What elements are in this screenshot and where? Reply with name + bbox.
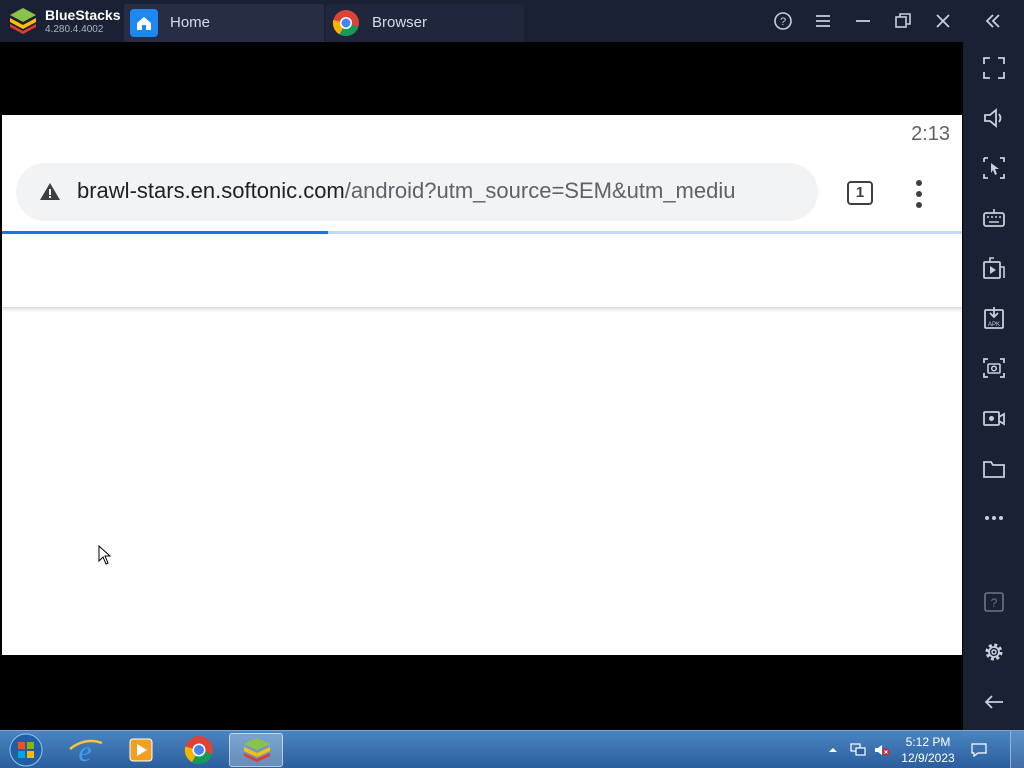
- taskbar-internet-explorer[interactable]: e: [58, 733, 112, 768]
- volume-muted-icon[interactable]: [874, 743, 890, 757]
- windows-taskbar: e 5:12 PM 12/9/2023: [0, 730, 1024, 768]
- chrome-icon: [332, 10, 359, 37]
- overflow-menu-icon[interactable]: [914, 179, 924, 209]
- home-icon: [130, 9, 158, 37]
- show-desktop-button[interactable]: [1010, 731, 1024, 768]
- volume-icon[interactable]: [981, 105, 1007, 131]
- bluestacks-sidebar: APK ?: [963, 42, 1024, 730]
- url-text[interactable]: brawl-stars.en.softonic.com/android?utm_…: [77, 178, 803, 204]
- taskbar-chrome[interactable]: [172, 733, 226, 767]
- url-path: /android?utm_source=SEM&utm_mediu: [344, 178, 736, 203]
- restore-button[interactable]: [892, 10, 914, 32]
- browser-viewport: 2:13 brawl-stars.en.softonic.com/android…: [2, 115, 962, 655]
- chrome-icon: [184, 736, 213, 764]
- clock-time: 5:12 PM: [905, 735, 951, 749]
- install-apk-icon[interactable]: APK: [981, 305, 1007, 331]
- start-button-icon[interactable]: [4, 732, 48, 768]
- url-domain: brawl-stars.en.softonic.com: [77, 178, 345, 203]
- url-bar[interactable]: brawl-stars.en.softonic.com/android?utm_…: [16, 163, 818, 221]
- record-icon[interactable]: [981, 405, 1007, 431]
- taskbar-media-player[interactable]: [114, 733, 168, 767]
- action-center-icon[interactable]: [970, 743, 988, 757]
- close-button[interactable]: [932, 10, 954, 32]
- more-icon[interactable]: [981, 505, 1007, 531]
- mouse-cursor-icon: [98, 545, 112, 565]
- network-icon[interactable]: [850, 743, 866, 757]
- page-header-strip: [2, 234, 962, 308]
- status-bar-time: 2:13: [911, 123, 950, 145]
- svg-text:?: ?: [780, 16, 786, 28]
- fullscreen-icon[interactable]: [981, 55, 1007, 81]
- svg-text:APK: APK: [988, 322, 1000, 328]
- menu-button[interactable]: [812, 10, 834, 32]
- warning-icon[interactable]: [38, 180, 62, 204]
- minimize-button[interactable]: [852, 10, 874, 32]
- back-icon[interactable]: [981, 689, 1007, 715]
- internet-explorer-icon: e: [69, 735, 103, 768]
- screenshot-icon[interactable]: [981, 355, 1007, 381]
- media-player-icon: [129, 738, 153, 762]
- tab-home-label: Home: [170, 14, 211, 31]
- help-button[interactable]: ?: [772, 10, 794, 32]
- tab-home[interactable]: Home: [124, 4, 324, 42]
- help-icon[interactable]: ?: [981, 589, 1007, 615]
- android-screen: 2:13 brawl-stars.en.softonic.com/android…: [2, 42, 962, 730]
- system-clock[interactable]: 5:12 PM 12/9/2023: [898, 734, 958, 766]
- tab-browser[interactable]: Browser: [326, 4, 524, 42]
- svg-text:?: ?: [991, 596, 998, 610]
- bluestacks-titlebar: BlueStacks 4.280.4.4002 Home Browser ?: [0, 0, 1024, 42]
- desktop: BlueStacks 4.280.4.4002 Home Browser ? 2…: [0, 0, 1024, 768]
- app-version: 4.280.4.4002: [45, 24, 104, 35]
- keyboard-icon[interactable]: [981, 205, 1007, 231]
- taskbar-bluestacks[interactable]: [229, 733, 283, 767]
- tab-browser-label: Browser: [372, 14, 428, 31]
- bluestacks-logo-icon: [10, 8, 36, 34]
- collapse-sidebar-button[interactable]: [982, 10, 1004, 32]
- bluestacks-icon: [244, 738, 270, 762]
- tab-switcher-button[interactable]: 1: [847, 181, 873, 205]
- clock-date: 12/9/2023: [901, 751, 955, 765]
- show-hidden-icons-icon[interactable]: [828, 743, 838, 757]
- folder-icon[interactable]: [981, 455, 1007, 481]
- media-manager-icon[interactable]: [981, 255, 1007, 281]
- multi-instance-icon[interactable]: [981, 155, 1007, 181]
- app-name: BlueStacks: [45, 7, 121, 23]
- settings-icon[interactable]: [981, 639, 1007, 665]
